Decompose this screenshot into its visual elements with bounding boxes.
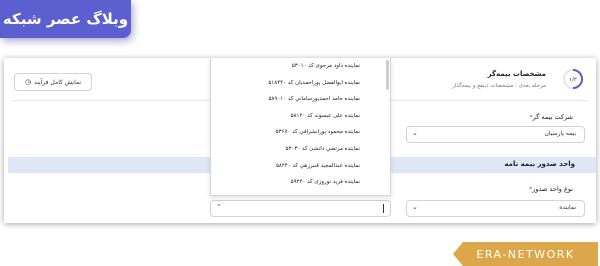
agent-option[interactable]: نماینده ابوالفضل پوراحمدیان کد ۵۱۸۴۴۰ — [211, 75, 390, 92]
chevron-up-icon: ⌃ — [216, 203, 222, 211]
full-process-label: نمایش کامل فرآیند — [34, 78, 82, 86]
clock-icon: ◷ — [24, 77, 32, 86]
era-network-watermark: ERA-NETWORK — [453, 242, 598, 266]
policy-form-panel: نمایش کامل فرآیند ◷ ۱/۲ مشخصات بیمه‌گر م… — [4, 58, 596, 223]
agent-option[interactable]: نماینده حامد احمدپورساماني کد ۵۸۹۰۱۰ — [211, 91, 390, 108]
step-subtitle: مرحله بعدی : مشخصات ذینفع و بیمه‌گذار — [452, 83, 546, 89]
chevron-down-icon: ⌄ — [412, 203, 418, 211]
blog-watermark-badge: وبلاگ عصر شبکه — [0, 0, 131, 38]
agent-dropdown-list: نماینده داود مرجوی کد ۵۳۰۱۰ نماینده ابوا… — [210, 58, 391, 196]
text-cursor — [383, 204, 384, 213]
step-progress-text: ۱/۲ — [569, 77, 577, 83]
agent-option[interactable]: نماینده علی عبسوند کد ۵۸۱۲۰ — [211, 108, 390, 125]
agent-option[interactable]: نماینده عبدالمجید قنبرزهي کد ۵۸۴۴۰ — [211, 158, 390, 175]
step-title: مشخصات بیمه‌گر — [487, 70, 546, 78]
agent-select[interactable]: ⌃ — [210, 200, 391, 217]
agent-option[interactable]: نماینده مرتضي داتشی کد ۵۳۰۳۰ — [211, 141, 390, 158]
issuing-unit-type-select[interactable]: نماینده ⌄ — [406, 200, 585, 217]
section-title: واحد صدور بیمه نامه — [504, 160, 575, 168]
insurer-select[interactable]: بیمه پارسیان ⌄ — [406, 126, 585, 143]
insurer-label: شرکت بیمه گر* — [529, 113, 573, 121]
show-full-process-button[interactable]: نمایش کامل فرآیند ◷ — [14, 73, 92, 91]
issuing-unit-type-value: نماینده — [559, 204, 576, 211]
agent-option[interactable]: نماینده محمود پورانشرافي کد ۵۳۶۷۰ — [211, 124, 390, 141]
agent-option[interactable]: نماینده فرید نوروزی کد ۵۹۲۴۰ — [211, 174, 390, 191]
agent-option[interactable]: نماینده داود مرجوی کد ۵۳۰۱۰ — [211, 58, 390, 75]
chevron-down-icon: ⌄ — [412, 129, 418, 137]
step-progress-ring: ۱/۲ — [563, 69, 583, 89]
issuing-unit-type-label: نوع واحد صدور* — [528, 185, 573, 193]
insurer-select-value: بیمه پارسیان — [544, 130, 576, 137]
